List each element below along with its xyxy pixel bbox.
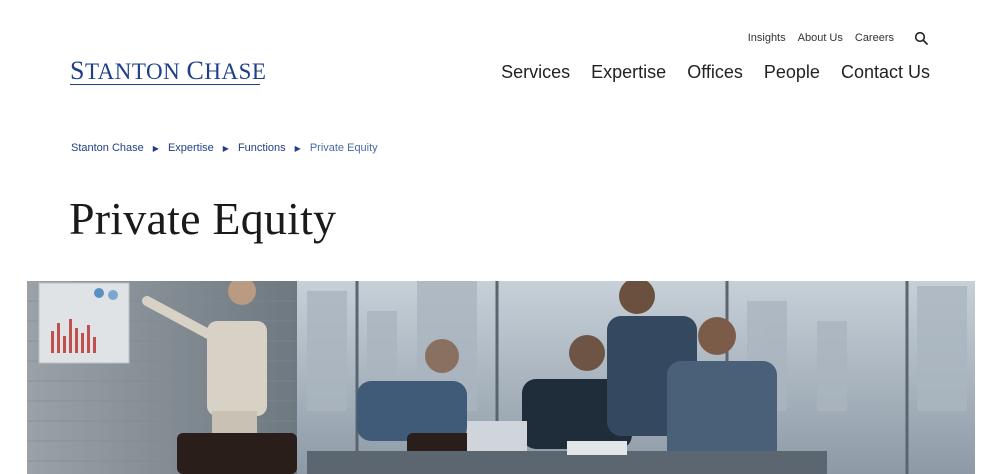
nav-expertise[interactable]: Expertise bbox=[591, 62, 666, 83]
breadcrumb-separator-icon: ▶ bbox=[222, 143, 229, 153]
breadcrumb-home[interactable]: Stanton Chase bbox=[71, 142, 144, 154]
logo-underline bbox=[70, 84, 260, 85]
util-link-careers[interactable]: Careers bbox=[855, 32, 894, 44]
nav-people[interactable]: People bbox=[764, 62, 820, 83]
hero-illustration bbox=[27, 281, 975, 474]
nav-offices[interactable]: Offices bbox=[687, 62, 743, 83]
util-link-insights[interactable]: Insights bbox=[748, 32, 786, 44]
logo-initial-c: C bbox=[186, 56, 205, 85]
logo-word-1-rest: TANTON bbox=[84, 59, 187, 84]
hero-image bbox=[27, 281, 975, 474]
logo-word-2-rest: HASE bbox=[204, 59, 267, 84]
breadcrumb-separator-icon: ▶ bbox=[152, 143, 159, 153]
util-link-about-us[interactable]: About Us bbox=[798, 32, 843, 44]
page-title: Private Equity bbox=[69, 193, 337, 244]
breadcrumb: Stanton Chase ▶ Expertise ▶ Functions ▶ … bbox=[71, 142, 378, 154]
search-icon[interactable] bbox=[914, 31, 928, 45]
logo-initial-s: S bbox=[70, 56, 85, 85]
nav-services[interactable]: Services bbox=[501, 62, 570, 83]
utility-nav: Insights About Us Careers bbox=[748, 31, 928, 45]
breadcrumb-current: Private Equity bbox=[309, 142, 378, 154]
page: STANTON CHASE Insights About Us Careers … bbox=[0, 0, 1000, 474]
breadcrumb-functions[interactable]: Functions bbox=[238, 142, 286, 154]
main-nav: Services Expertise Offices People Contac… bbox=[501, 62, 930, 83]
nav-contact-us[interactable]: Contact Us bbox=[841, 62, 930, 83]
breadcrumb-separator-icon: ▶ bbox=[294, 143, 301, 153]
breadcrumb-expertise[interactable]: Expertise bbox=[168, 142, 214, 154]
site-logo[interactable]: STANTON CHASE bbox=[70, 58, 266, 84]
